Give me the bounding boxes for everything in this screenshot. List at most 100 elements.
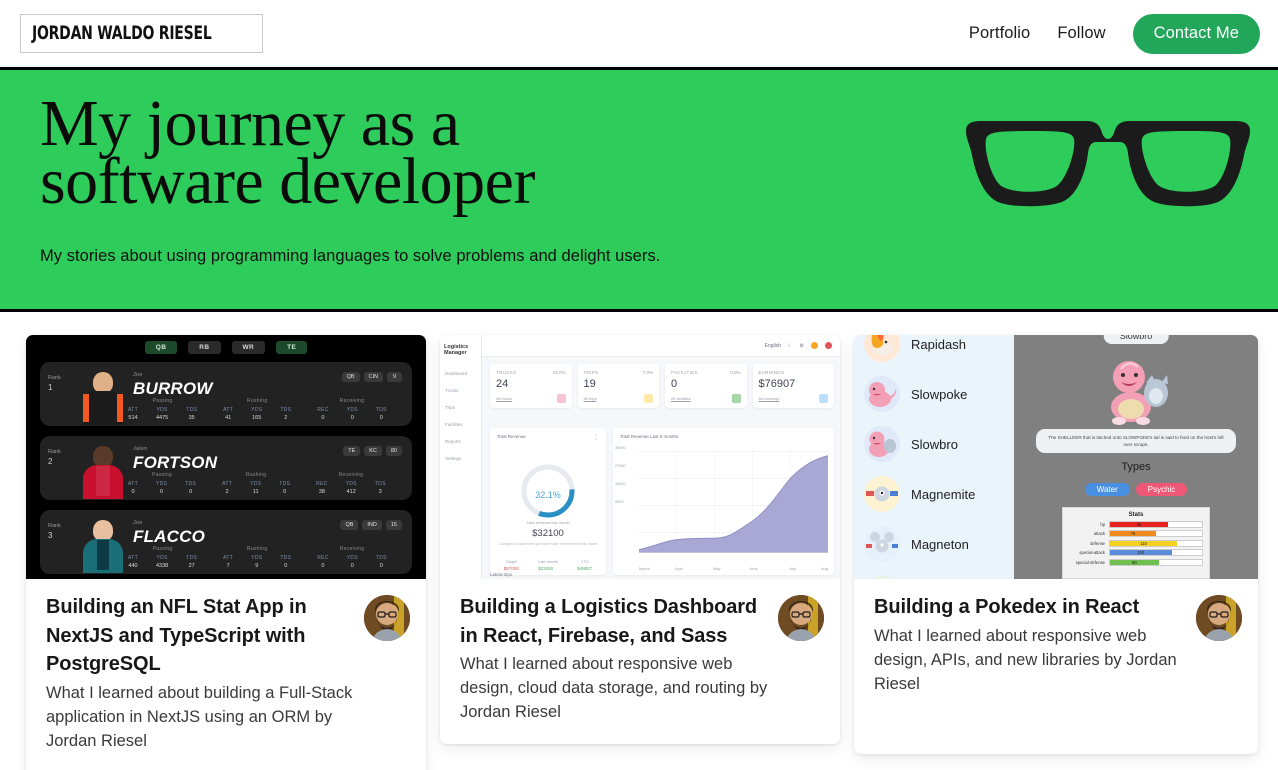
dashboard-nav-item[interactable]: Trucks	[440, 382, 481, 399]
pokemon-list[interactable]: Rapidash Slowpoke Slowbro Magnemite Magn…	[854, 335, 1014, 579]
post-title[interactable]: Building a Logistics Dashboard in React,…	[460, 593, 768, 650]
pokemon-list-item[interactable]: Magnemite	[854, 469, 1014, 519]
stat-key: TDS	[279, 481, 291, 487]
pokemon-list-item[interactable]: Slowpoke	[854, 369, 1014, 419]
language-selector[interactable]: English	[765, 343, 781, 349]
pokemon-list-item[interactable]: Magneton	[854, 519, 1014, 569]
revenue-caption: Total revenue this month	[526, 520, 570, 525]
player-photo	[80, 368, 126, 425]
theme-toggle-icon[interactable]: ☾	[788, 343, 792, 349]
dashboard-nav-item[interactable]: Reports	[440, 433, 481, 450]
kpi-value: 19	[583, 378, 596, 390]
post-title[interactable]: Building a Pokedex in React	[874, 593, 1186, 622]
nfl-filter-qb[interactable]: QB	[144, 341, 178, 354]
pokemon-stat-row: special-defense 80	[1069, 558, 1203, 566]
revenue-footer-stats: Target $57000 Last month $23200 YTD $488…	[494, 559, 602, 571]
nfl-player-row[interactable]: Rank 1 Joe BURROW QB CIN 9 Passing ATT 5…	[40, 362, 412, 426]
kpi-card-earnings[interactable]: EARNINGS $76907 All earnings	[752, 364, 834, 408]
stat-group-label-passing: Passing	[152, 546, 173, 552]
nav-item-portfolio[interactable]: Portfolio	[969, 24, 1030, 43]
stat-key: TDS	[375, 555, 387, 561]
nav-item-follow[interactable]: Follow	[1057, 24, 1105, 43]
stat-key: ATT	[128, 555, 138, 561]
dashboard-nav-item[interactable]: Dashboard	[440, 365, 481, 382]
stat-group-label-receiving: Receiving	[339, 398, 365, 404]
post-card-pokedex[interactable]: Rapidash Slowpoke Slowbro Magnemite Magn…	[854, 335, 1258, 754]
stat-key: REC	[317, 407, 329, 413]
stat-key: YDS	[251, 407, 263, 413]
nfl-filter-rb[interactable]: RB	[188, 341, 221, 354]
post-card-grid: QB RB WR TE Rank 1 Joe BURROW QB CIN 9 P…	[0, 312, 1278, 770]
pokemon-selected-name: Slowbro	[1103, 335, 1169, 344]
kpi-card-trucks[interactable]: TRUCKS 29.0% 24 All trucks	[490, 364, 572, 408]
nfl-player-row[interactable]: Rank 2 Jalen FORTSON TE KC 80 Passing AT…	[40, 436, 412, 500]
dashboard-nav-item[interactable]: Trips	[440, 399, 481, 416]
post-description: What I learned about building a Full-Sta…	[46, 683, 353, 750]
player-team-badge: CIN	[363, 372, 383, 382]
panel-menu-icon[interactable]: ⋮	[593, 434, 599, 441]
stat-key: YDS	[250, 481, 262, 487]
kpi-link[interactable]: All facilities	[671, 396, 691, 401]
pokemon-list-item[interactable]: Farfetchd	[854, 569, 1014, 579]
revenue-stat-key: Target	[505, 559, 517, 564]
player-position-badge: TE	[343, 446, 361, 456]
nfl-filter-wr[interactable]: WR	[231, 341, 266, 354]
dashboard-nav-item[interactable]: Facilities	[440, 416, 481, 433]
contact-me-button[interactable]: Contact Me	[1132, 13, 1260, 54]
player-badges: TE KC 80	[343, 446, 402, 456]
nfl-player-row[interactable]: Rank 3 Joe FLACCO QB IND 15 Passing ATT …	[40, 510, 412, 574]
kpi-label: EARNINGS	[758, 370, 785, 375]
post-card-nfl[interactable]: QB RB WR TE Rank 1 Joe BURROW QB CIN 9 P…	[26, 335, 426, 770]
earnings-icon	[819, 394, 828, 403]
pokemon-stat-row: attack 75	[1069, 530, 1203, 537]
kpi-link[interactable]: All trips	[584, 396, 597, 401]
stat-group-label-rushing: Rushing	[246, 398, 268, 404]
stat-key: ATT	[222, 481, 233, 487]
pokemon-stat-row: defense 110	[1069, 539, 1203, 547]
player-position-badge: QB	[341, 372, 360, 382]
player-number-badge: 80	[385, 446, 402, 456]
stat-key: ATT	[128, 407, 138, 413]
stat-value: 2	[284, 415, 288, 421]
pokemon-stat-name: attack	[1093, 531, 1105, 536]
stat-group-label-receiving: Receiving	[339, 546, 365, 552]
post-title[interactable]: Building an NFL Stat App in NextJS and T…	[46, 593, 354, 679]
pokemon-list-item[interactable]: Slowbro	[854, 419, 1014, 469]
revenue-note: Compared to last month you have made mor…	[498, 542, 598, 546]
stat-value: 0	[189, 489, 193, 495]
site-header: JORDAN WALDO RIESEL Portfolio Follow Con…	[0, 0, 1278, 67]
kpi-link[interactable]: All trucks	[496, 396, 512, 401]
stat-key: TDS	[375, 407, 387, 413]
stat-group-label-passing: Passing	[152, 472, 172, 478]
dashboard-nav-item[interactable]: Settings	[440, 450, 481, 467]
stat-value: 41	[225, 415, 232, 421]
player-badges: QB CIN 9	[341, 372, 402, 382]
pokemon-sprite-icon	[864, 426, 900, 462]
stat-value: 4475	[155, 415, 169, 421]
author-avatar	[364, 595, 410, 641]
stat-key: REC	[317, 555, 329, 561]
messages-icon[interactable]	[825, 342, 832, 349]
kpi-card-trips[interactable]: TRIPS 7.0% 19 All trips	[577, 364, 659, 408]
pokemon-stat-value: 110	[1110, 540, 1178, 546]
kpi-label: FACILITIES	[671, 370, 698, 375]
player-stats: Passing ATT 0 YDS 0 TDS 0 Rushing ATT 2	[128, 472, 402, 495]
player-rank: Rank 3	[48, 517, 80, 574]
kpi-link[interactable]: All earnings	[759, 396, 780, 401]
panel-title: Total Revenue Last 6 months	[620, 434, 679, 439]
pokemon-stat-value: 95	[1110, 521, 1168, 527]
kpi-card-facilities[interactable]: FACILITIES 0.0% 0 All facilities	[665, 364, 747, 408]
post-card-dashboard[interactable]: Logistics Manager Dashboard Trucks Trips…	[440, 335, 840, 744]
pokemon-name: Magnemite	[911, 486, 976, 502]
pokemon-list-item[interactable]: Rapidash	[854, 335, 1014, 369]
nfl-filter-te[interactable]: TE	[276, 341, 308, 354]
notifications-icon[interactable]	[811, 342, 818, 349]
kpi-value: $76907	[758, 378, 796, 390]
player-photo	[80, 442, 126, 499]
site-logo[interactable]: JORDAN WALDO RIESEL	[20, 14, 263, 53]
stat-group-label-rushing: Rushing	[245, 472, 267, 478]
facility-icon	[731, 394, 741, 403]
stat-key: TDS	[186, 407, 198, 413]
settings-icon[interactable]: ⚙	[800, 343, 804, 349]
pokemon-stat-value: 75	[1110, 531, 1156, 536]
